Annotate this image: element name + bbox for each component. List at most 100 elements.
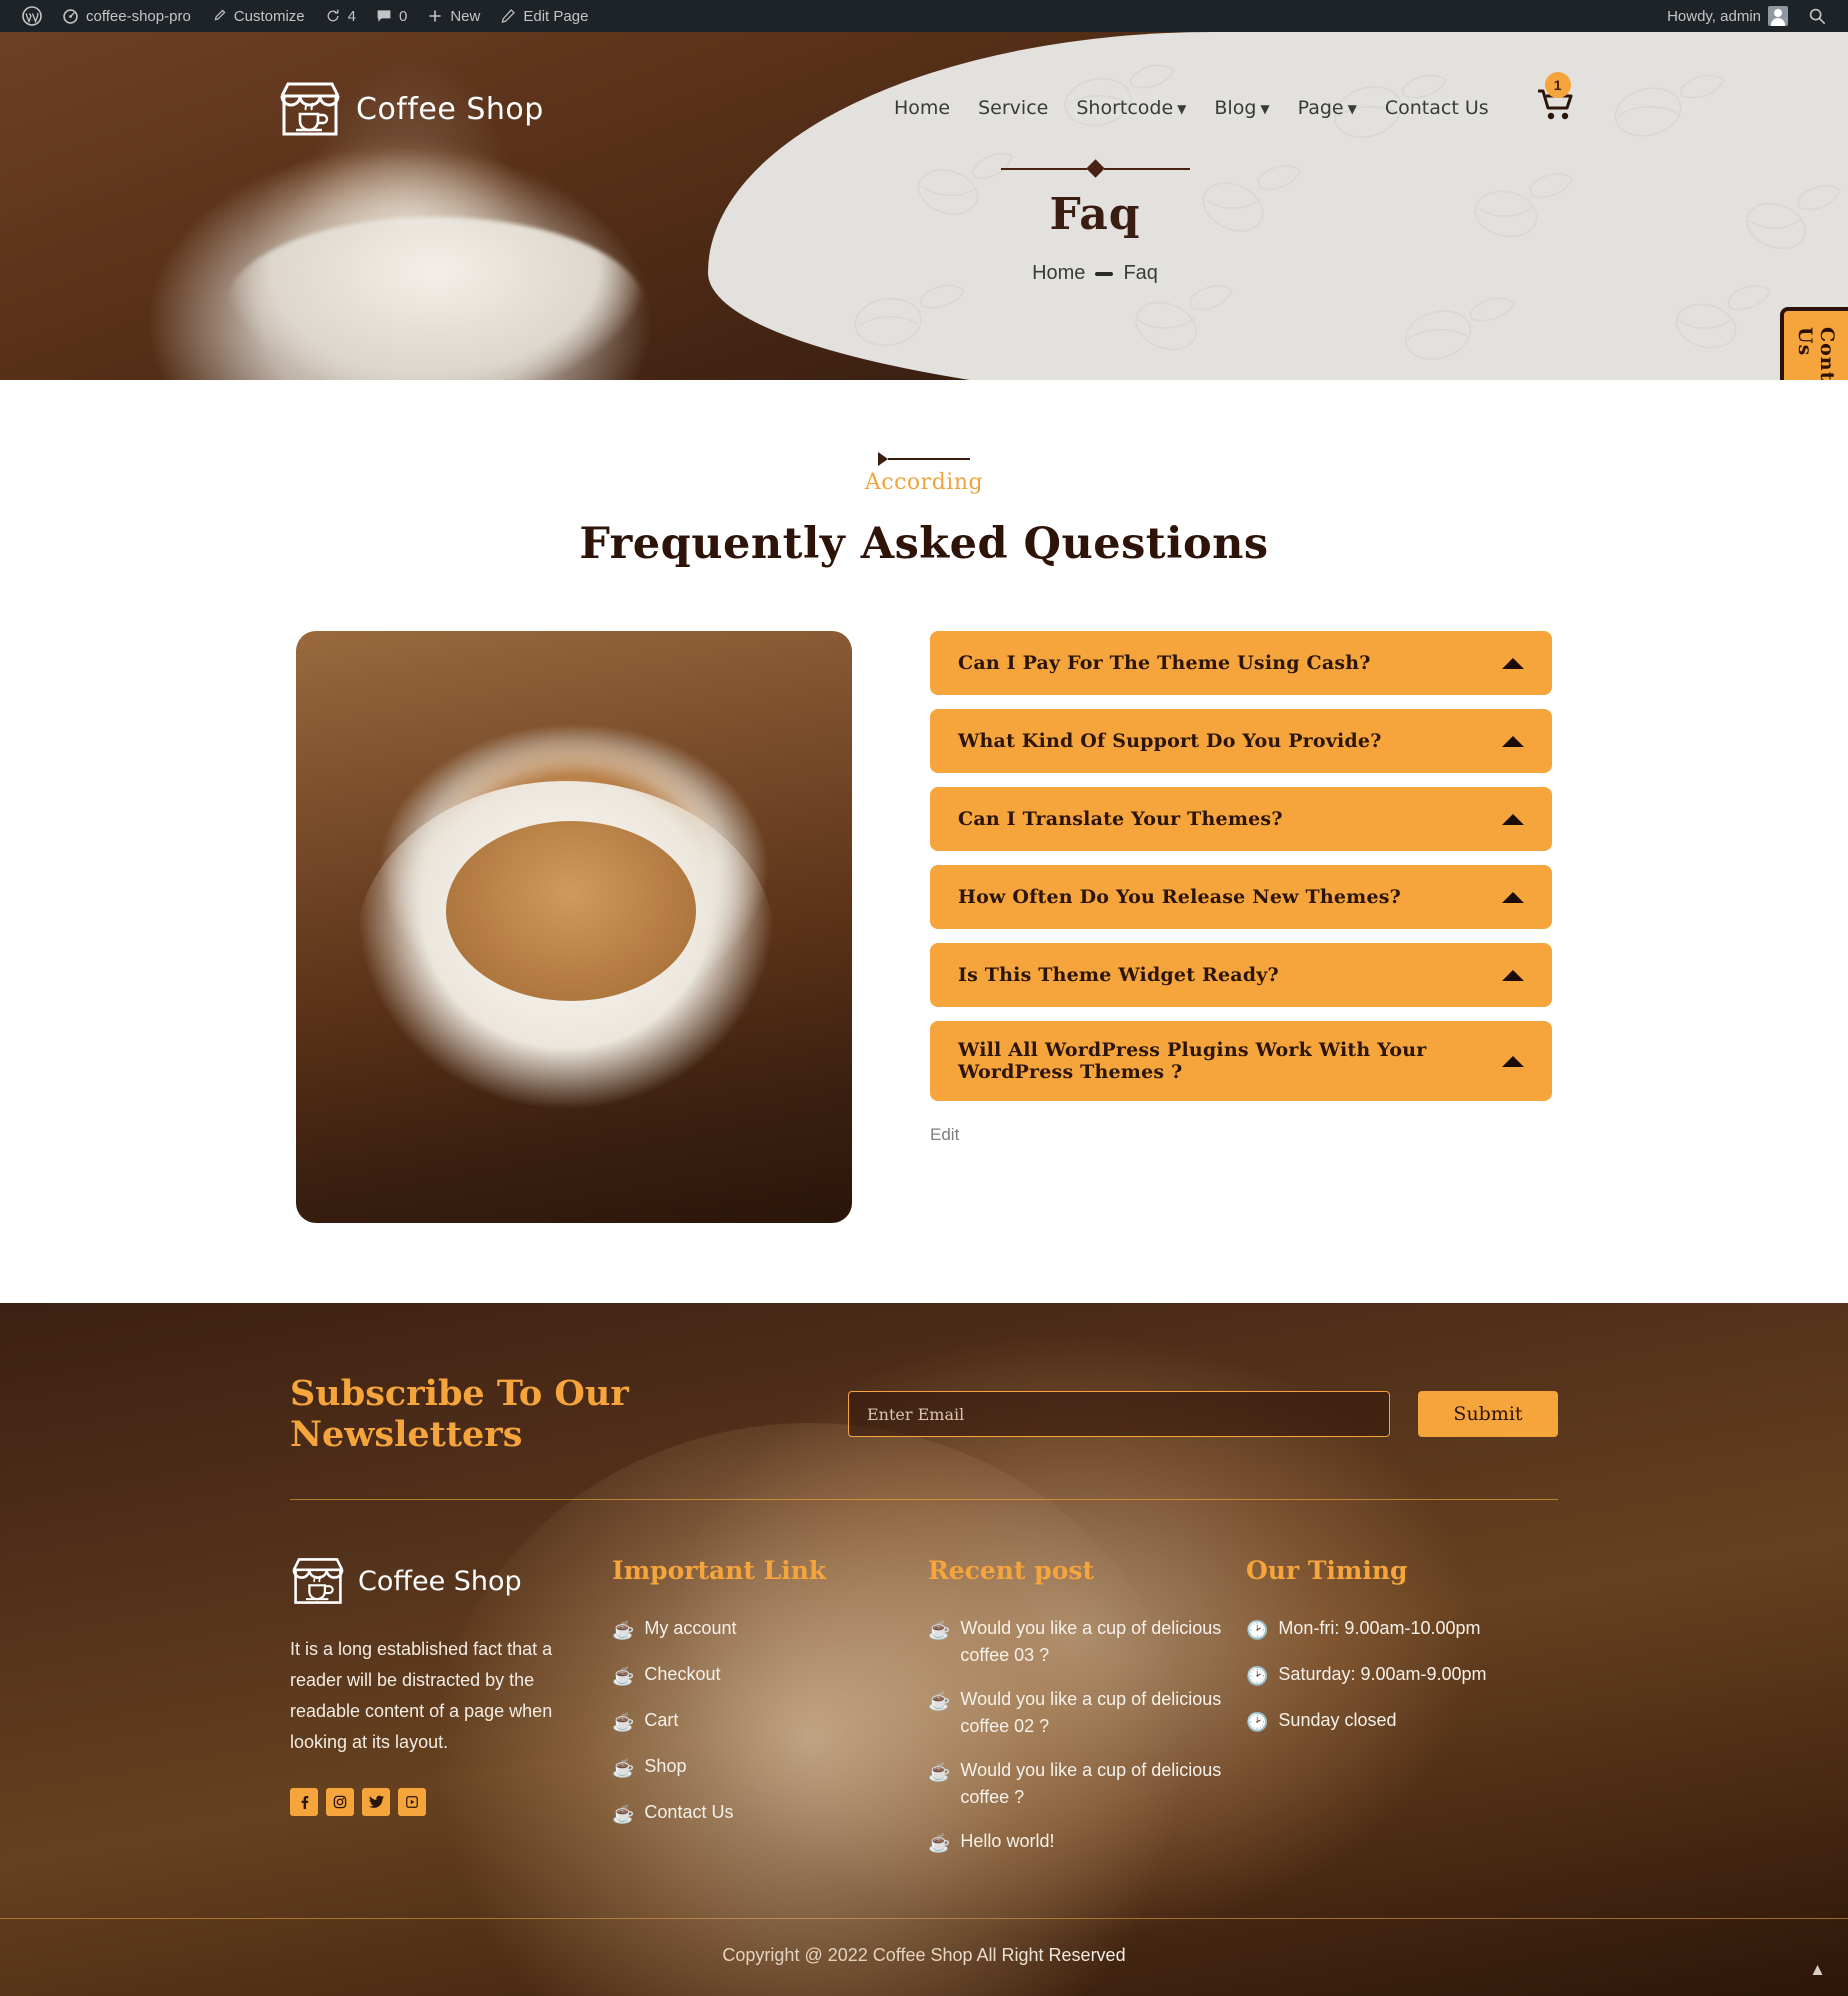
accordion-question: What Kind Of Support Do You Provide? <box>958 730 1382 752</box>
comment-icon <box>377 10 391 22</box>
avatar <box>1768 6 1788 26</box>
chevron-down-icon: ▼ <box>1177 101 1187 116</box>
footer-about-text: It is a long established fact that a rea… <box>290 1639 553 1752</box>
howdy-label: Howdy, admin <box>1667 7 1761 25</box>
page-title: Faq <box>1049 189 1141 240</box>
clock-icon: 🕑 <box>1246 1712 1269 1732</box>
newsletter-email-input[interactable] <box>848 1391 1390 1437</box>
chevron-up-icon[interactable] <box>1502 735 1524 747</box>
footer-logo[interactable]: Coffee Shop <box>290 1556 612 1606</box>
comments-button[interactable]: 0 <box>366 0 417 32</box>
footer-columns: Coffee Shop It is a long established fac… <box>290 1556 1558 1918</box>
accordion-item[interactable]: Can I Pay For The Theme Using Cash? <box>930 631 1552 695</box>
list-item[interactable]: ☕ Shop <box>612 1753 928 1782</box>
accordion-item[interactable]: How Often Do You Release New Themes? <box>930 865 1552 929</box>
link-label: Cart <box>644 1710 679 1730</box>
pencil-icon <box>501 9 516 23</box>
site-logo[interactable]: Coffee Shop <box>278 80 544 138</box>
list-item[interactable]: ☕ Would you like a cup of delicious coff… <box>928 1615 1246 1669</box>
site-footer: Subscribe To Our Newsletters Submit <box>0 1303 1848 1996</box>
breadcrumb: Home Faq <box>880 262 1310 285</box>
faq-accordion: Can I Pay For The Theme Using Cash? What… <box>930 631 1552 1145</box>
cart-button[interactable]: 1 <box>1537 72 1575 127</box>
new-content-button[interactable]: New <box>417 0 490 32</box>
breadcrumb-separator-icon <box>1095 271 1114 276</box>
chevron-up-icon[interactable] <box>1502 969 1524 981</box>
nav-item-contact-us[interactable]: Contact Us <box>1371 89 1503 127</box>
scroll-to-top-icon[interactable]: ▲ <box>1809 1960 1826 1980</box>
accordion-item[interactable]: Can I Translate Your Themes? <box>930 787 1552 851</box>
chevron-up-icon[interactable] <box>1502 813 1524 825</box>
footer-divider <box>290 1499 1558 1500</box>
list-item[interactable]: ☕ Contact Us <box>612 1799 928 1828</box>
recent-post-list: ☕ Would you like a cup of delicious coff… <box>928 1615 1246 1857</box>
howdy-user-menu[interactable]: Howdy, admin <box>1657 0 1798 32</box>
link-label: My account <box>644 1618 737 1638</box>
recent-post-label: Would you like a cup of delicious coffee… <box>960 1760 1222 1807</box>
newsletter-submit-button[interactable]: Submit <box>1418 1391 1558 1437</box>
list-item[interactable]: ☕ Cart <box>612 1707 928 1736</box>
wordpress-logo-button[interactable] <box>12 0 52 32</box>
coffee-cup-icon: ☕ <box>612 1666 635 1686</box>
nav-item-page[interactable]: Page ▼ <box>1284 89 1371 127</box>
wp-admin-bar: coffee-shop-pro Customize 4 0 New Edit P… <box>0 0 1848 32</box>
newsletter-section: Subscribe To Our Newsletters Submit <box>290 1361 1558 1499</box>
coffee-cup-icon: ☕ <box>928 1833 951 1853</box>
list-item[interactable]: ☕ Hello world! <box>928 1828 1246 1857</box>
site-name-menu[interactable]: coffee-shop-pro <box>52 0 201 32</box>
edit-link[interactable]: Edit <box>930 1125 959 1145</box>
social-links <box>290 1787 612 1816</box>
list-item[interactable]: ☕ Checkout <box>612 1661 928 1690</box>
updates-count: 4 <box>347 7 356 25</box>
contact-us-side-tab[interactable]: Contact Us <box>1780 307 1848 380</box>
chevron-up-icon[interactable] <box>1502 657 1524 669</box>
accordion-item[interactable]: What Kind Of Support Do You Provide? <box>930 709 1552 773</box>
nav-label: Shortcode <box>1076 96 1174 119</box>
instagram-icon[interactable] <box>326 1787 354 1816</box>
page-header-block: Faq Home Faq <box>880 159 1310 285</box>
list-item[interactable]: ☕ Would you like a cup of delicious coff… <box>928 1757 1246 1811</box>
edit-page-label: Edit Page <box>523 7 589 25</box>
triangle-icon <box>878 452 888 466</box>
edit-page-button[interactable]: Edit Page <box>490 0 598 32</box>
clock-icon: 🕑 <box>1246 1620 1269 1640</box>
chevron-up-icon[interactable] <box>1502 1055 1524 1067</box>
wordpress-icon <box>22 6 42 26</box>
list-item[interactable]: ☕ My account <box>612 1615 928 1644</box>
breadcrumb-home[interactable]: Home <box>1032 262 1085 285</box>
accordion-question: Can I Pay For The Theme Using Cash? <box>958 652 1371 674</box>
chevron-up-icon[interactable] <box>1502 891 1524 903</box>
nav-item-service[interactable]: Service <box>964 89 1062 127</box>
updates-button[interactable]: 4 <box>315 0 366 32</box>
coffee-cup-icon: ☕ <box>612 1804 635 1824</box>
nav-item-shortcode[interactable]: Shortcode ▼ <box>1062 89 1200 127</box>
footer-timing-title: Our Timing <box>1246 1556 1408 1585</box>
twitter-icon[interactable] <box>362 1787 390 1816</box>
accordion-item[interactable]: Will All WordPress Plugins Work With You… <box>930 1021 1552 1101</box>
link-label: Shop <box>644 1756 687 1776</box>
faq-body: Can I Pay For The Theme Using Cash? What… <box>296 631 1552 1223</box>
faq-section-head: According Frequently Asked Questions <box>0 452 1848 569</box>
copyright-text: Copyright @ 2022 Coffee Shop All Right R… <box>722 1945 1126 1965</box>
list-item[interactable]: ☕ Would you like a cup of delicious coff… <box>928 1686 1246 1740</box>
deco-line-right <box>1103 167 1190 170</box>
nav-label: Service <box>978 96 1049 119</box>
nav-item-blog[interactable]: Blog ▼ <box>1200 89 1283 127</box>
customize-button[interactable]: Customize <box>201 0 315 32</box>
accordion-question: Can I Translate Your Themes? <box>958 808 1283 830</box>
youtube-icon[interactable] <box>398 1787 426 1816</box>
list-item: 🕑 Sunday closed <box>1246 1707 1558 1736</box>
main-navigation: Home Service Shortcode ▼ Blog ▼ Page ▼ C… <box>880 72 1848 127</box>
accordion-item[interactable]: Is This Theme Widget Ready? <box>930 943 1552 1007</box>
site-name-label: coffee-shop-pro <box>86 7 191 25</box>
nav-item-home[interactable]: Home <box>880 89 964 127</box>
customize-label: Customize <box>233 7 305 25</box>
admin-search-button[interactable] <box>1798 0 1836 32</box>
faq-section: According Frequently Asked Questions Can… <box>0 380 1848 1303</box>
nav-label: Contact Us <box>1384 96 1489 119</box>
coffee-cup-icon: ☕ <box>928 1691 951 1711</box>
copyright-bar: Copyright @ 2022 Coffee Shop All Right R… <box>0 1918 1848 1996</box>
faq-coffee-image <box>296 631 852 1223</box>
facebook-icon[interactable] <box>290 1787 318 1816</box>
footer-links-title: Important Link <box>612 1556 827 1585</box>
